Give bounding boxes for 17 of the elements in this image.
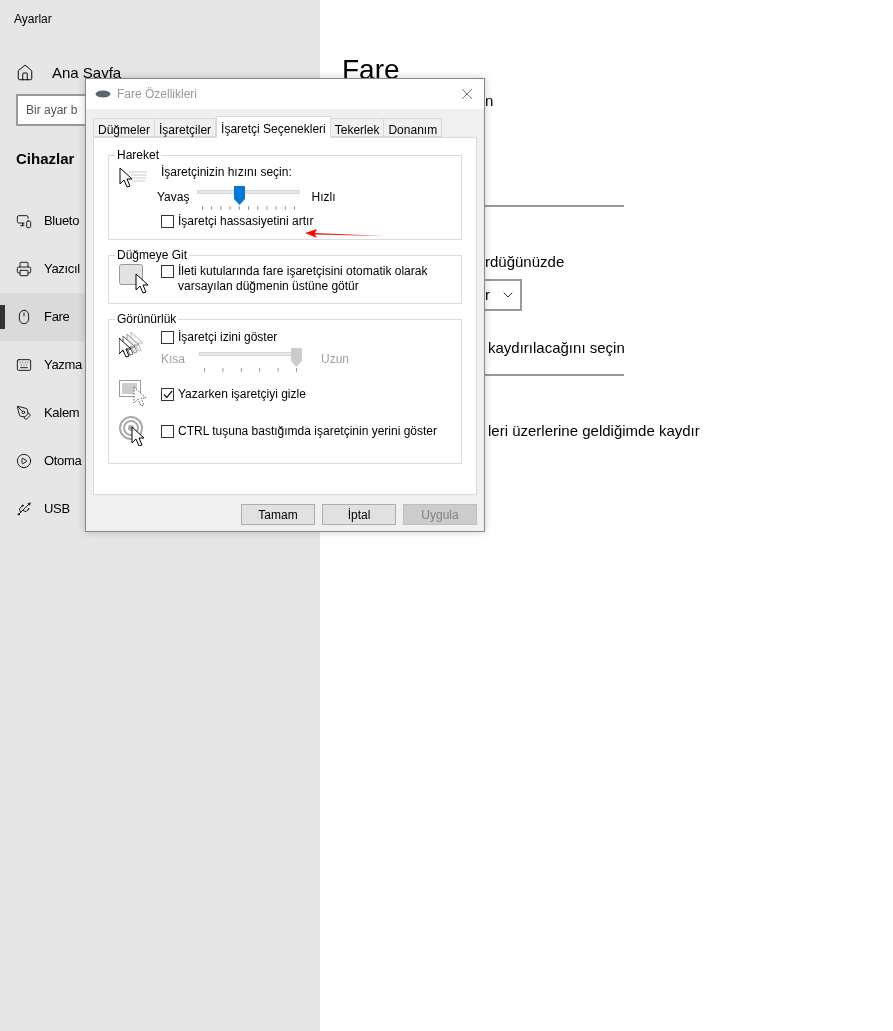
slider-label: Hızlı — [311, 189, 336, 206]
section-heading: Cihazlar — [16, 149, 75, 169]
group-title: Düğmeye Git — [116, 248, 189, 262]
checkbox-label: İşaretçi izini göster — [178, 330, 278, 345]
text-fragment: kaydırılacağını seçin — [487, 338, 626, 358]
group-title: Hareket — [116, 148, 161, 162]
slider-label: Kısa — [161, 351, 185, 368]
speed-label: İşaretçinizin hızını seçin: — [161, 164, 293, 181]
text-fragment: n — [485, 91, 495, 111]
dialog-title: Fare Özellikleri — [117, 86, 197, 103]
window-title: Ayarlar — [13, 11, 53, 28]
checkbox-label: İşaretçi hassasiyetini artır — [178, 214, 314, 229]
text-fragment: rdüğünüzde — [485, 251, 566, 272]
slider-label: Uzun — [321, 351, 350, 368]
slider-label: Yavaş — [157, 189, 190, 206]
group-title: Görünürlük — [116, 312, 178, 326]
text-fragment: leri üzerlerine geldiğimde kaydır — [487, 420, 701, 441]
